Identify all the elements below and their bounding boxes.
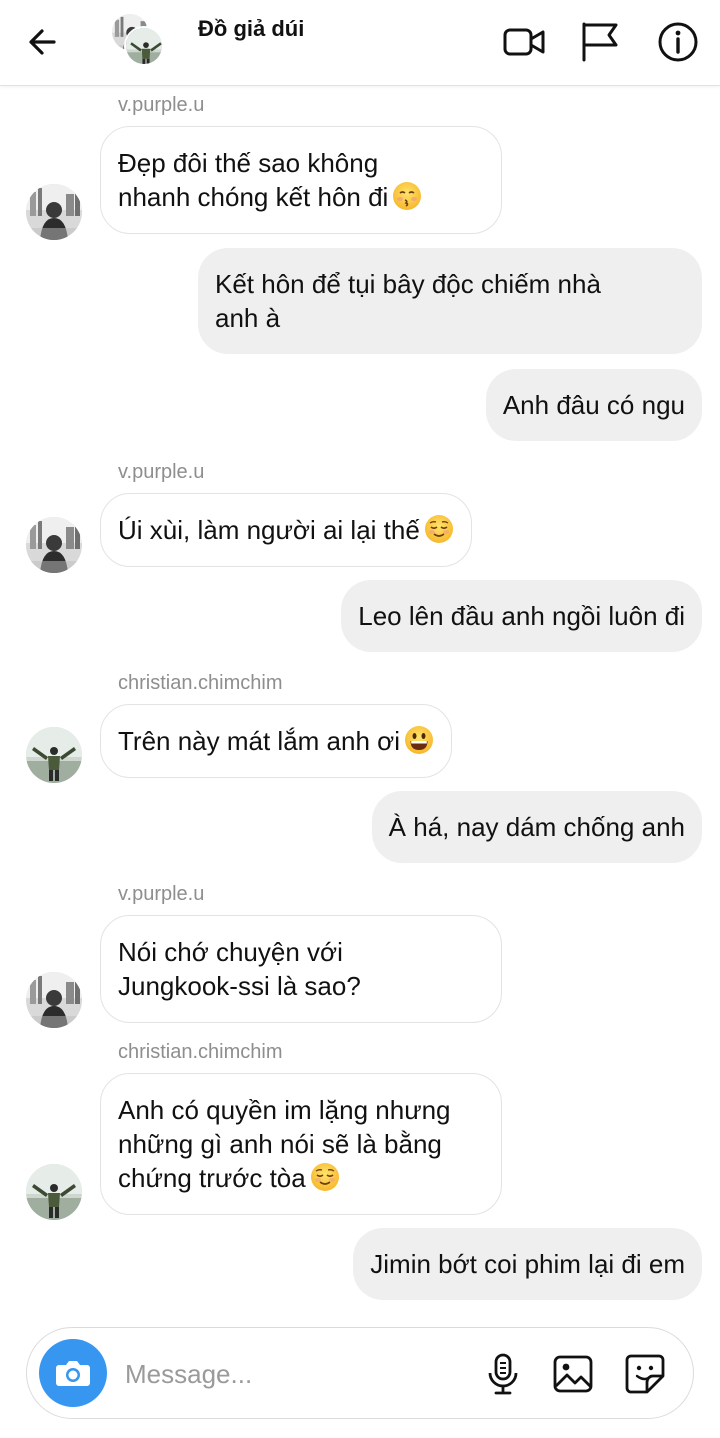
message-bubble-incoming[interactable]: Úi xùi, làm người ai lại thế <box>100 493 472 567</box>
message-bubble-outgoing[interactable]: Leo lên đầu anh ngồi luôn đi <box>341 580 702 652</box>
conversation-header: Đồ giả dúi <box>0 0 720 86</box>
message-line: Đẹp đôi thế sao không <box>118 148 379 178</box>
message-line: chứng trước tòa <box>118 1163 306 1193</box>
group-avatar-member-2 <box>124 26 164 66</box>
message-line: Trên này mát lắm anh ơi <box>118 726 400 756</box>
relieved-face-emoji-icon <box>310 1162 340 1192</box>
camera-button[interactable] <box>39 1339 107 1407</box>
sender-name: christian.chimchim <box>118 672 283 694</box>
group-avatar[interactable] <box>108 12 170 68</box>
message-line: À há, nay dám chống anh <box>388 812 685 842</box>
message-bubble-outgoing[interactable]: Anh đâu có ngu <box>485 369 702 441</box>
kissing-face-emoji-icon <box>392 181 422 211</box>
conversation-title[interactable]: Đồ giả dúi <box>198 16 304 42</box>
message-line: Jimin bớt coi phim lại đi em <box>370 1249 685 1279</box>
sender-name: christian.chimchim <box>118 1041 283 1063</box>
sender-name: v.purple.u <box>118 94 205 116</box>
message-line: Nói chớ chuyện với <box>118 937 343 967</box>
message-bubble-incoming[interactable]: Trên này mát lắm anh ơi <box>100 704 452 778</box>
grinning-face-emoji-icon <box>404 725 434 755</box>
message-bubble-outgoing[interactable]: Kết hôn để tụi bây độc chiếm nhà anh à <box>198 248 702 354</box>
sender-name: v.purple.u <box>118 461 205 483</box>
message-bubble-incoming[interactable]: Nói chớ chuyện với Jungkook-ssi là sao? <box>100 915 502 1023</box>
avatar-v-purple-u[interactable] <box>26 184 82 240</box>
message-bubble-incoming[interactable]: Đẹp đôi thế sao không nhanh chóng kết hô… <box>100 126 502 234</box>
sticker-icon[interactable] <box>623 1352 667 1396</box>
message-line: Anh có quyền im lặng nhưng <box>118 1095 451 1125</box>
message-bubble-outgoing[interactable]: Jimin bớt coi phim lại đi em <box>353 1228 702 1300</box>
gallery-icon[interactable] <box>551 1352 595 1396</box>
message-input[interactable] <box>125 1356 465 1392</box>
avatar-christian-chimchim[interactable] <box>26 1164 82 1220</box>
message-line: Úi xùi, làm người ai lại thế <box>118 515 420 545</box>
microphone-icon[interactable] <box>481 1352 525 1396</box>
message-line: Jungkook-ssi là sao? <box>118 971 361 1001</box>
message-bubble-outgoing[interactable]: À há, nay dám chống anh <box>371 791 702 863</box>
flag-icon[interactable] <box>578 20 622 64</box>
relieved-face-emoji-icon <box>424 514 454 544</box>
message-line: những gì anh nói sẽ là bằng <box>118 1129 442 1159</box>
message-line: Anh đâu có ngu <box>502 390 685 420</box>
back-arrow-icon[interactable] <box>24 22 64 62</box>
video-call-icon[interactable] <box>502 20 546 64</box>
message-line: anh à <box>215 303 281 333</box>
camera-icon <box>56 1361 90 1386</box>
avatar-v-purple-u[interactable] <box>26 517 82 573</box>
message-line: nhanh chóng kết hôn đi <box>118 182 389 212</box>
message-line: Kết hôn để tụi bây độc chiếm nhà <box>215 269 601 299</box>
avatar-v-purple-u[interactable] <box>26 972 82 1028</box>
message-bubble-incoming[interactable]: Anh có quyền im lặng nhưng những gì anh … <box>100 1073 502 1215</box>
avatar-christian-chimchim[interactable] <box>26 727 82 783</box>
message-line: Leo lên đầu anh ngồi luôn đi <box>358 601 685 631</box>
sender-name: v.purple.u <box>118 883 205 905</box>
info-icon[interactable] <box>656 20 700 64</box>
message-composer <box>26 1327 694 1419</box>
